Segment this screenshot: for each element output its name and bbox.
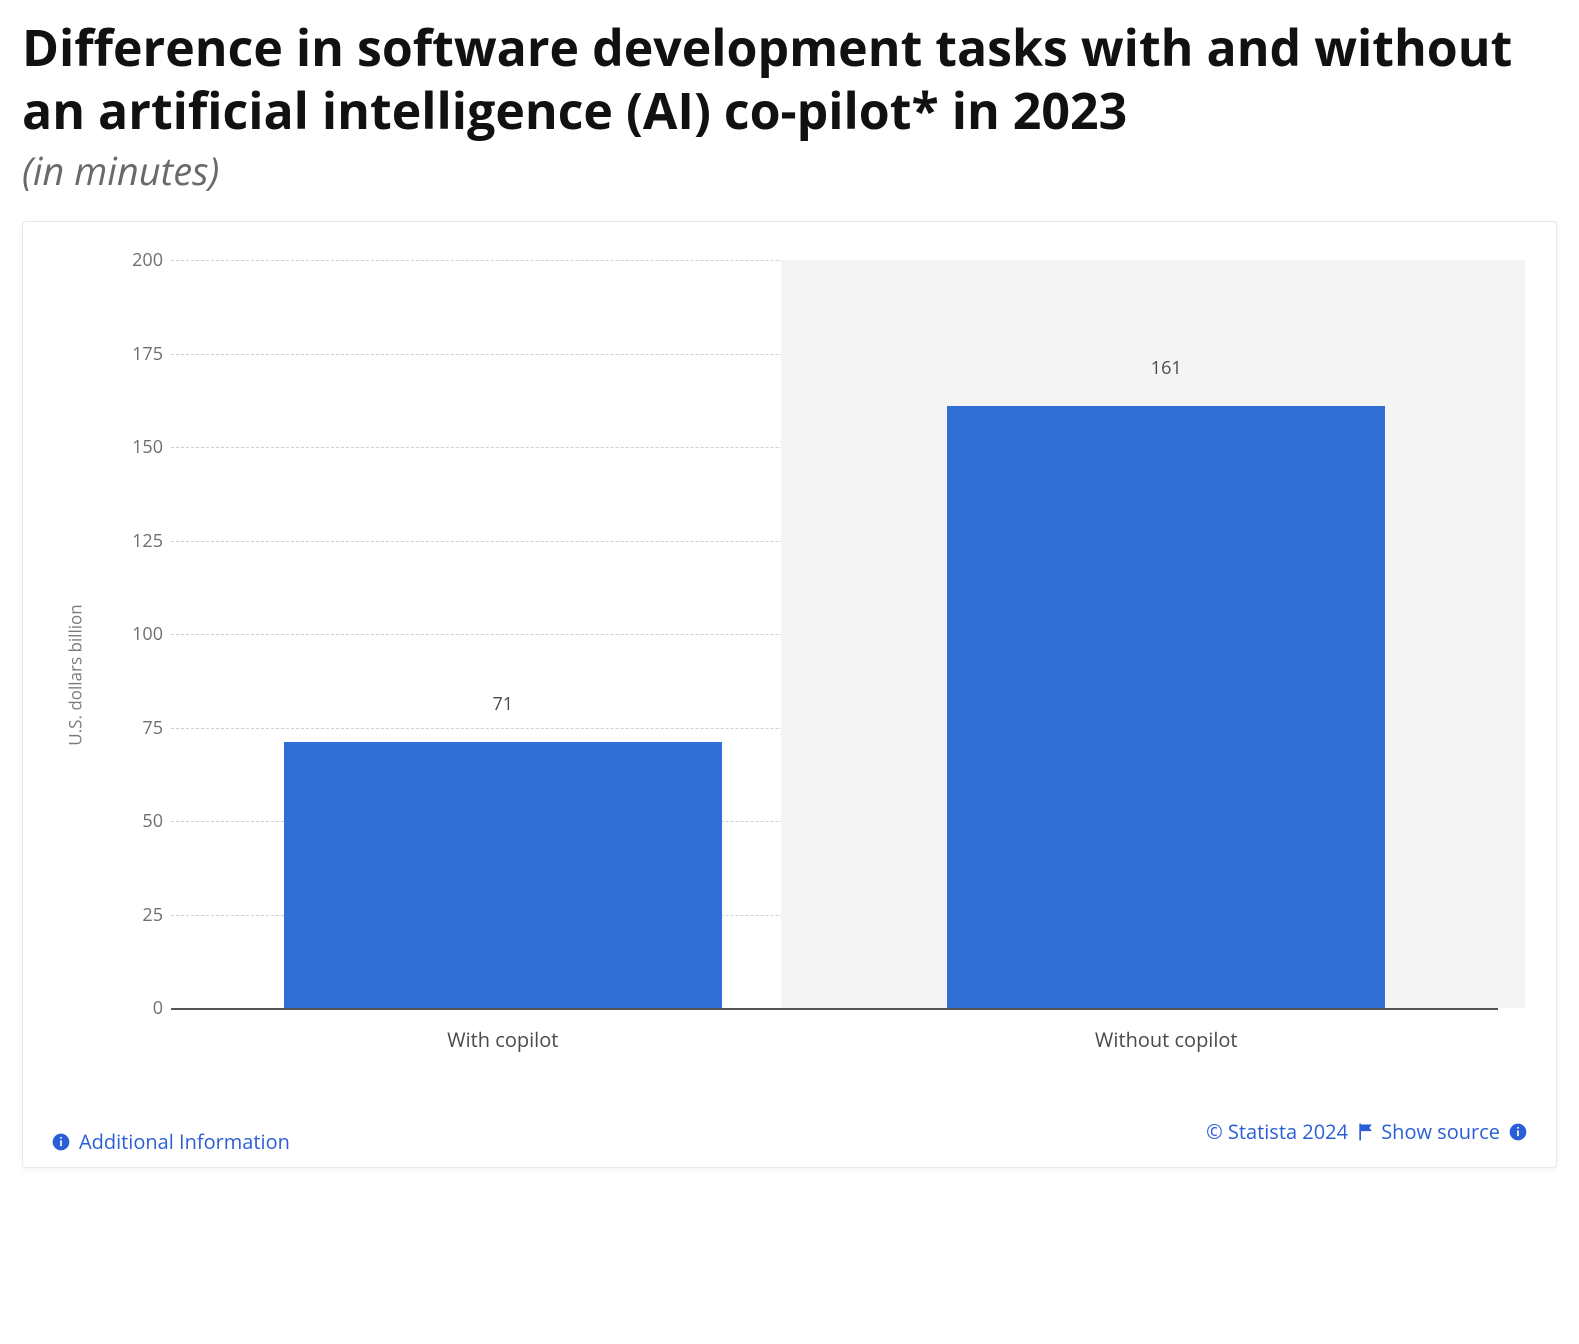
y-tick-label: 50 (121, 809, 163, 833)
chart-title: Difference in software development tasks… (22, 16, 1557, 141)
x-category-label: With copilot (171, 1008, 835, 1053)
y-tick-label: 25 (121, 903, 163, 927)
plot-area: 025507510012515017520071With copilot161W… (171, 260, 1498, 1010)
x-category-label: Without copilot (835, 1008, 1499, 1053)
y-tick-label: 175 (121, 342, 163, 366)
y-tick-label: 150 (121, 435, 163, 459)
chart-card: U.S. dollars billion 0255075100125150175… (22, 221, 1557, 1168)
chart-area: U.S. dollars billion 0255075100125150175… (51, 250, 1528, 1100)
y-tick-label: 200 (121, 248, 163, 272)
y-tick-label: 75 (121, 716, 163, 740)
bar (947, 406, 1385, 1008)
additional-information-label: Additional Information (79, 1128, 290, 1155)
y-tick-label: 0 (121, 996, 163, 1020)
additional-information-link[interactable]: Additional Information (51, 1128, 290, 1155)
bar (284, 742, 722, 1008)
chart-subtitle: (in minutes) (22, 145, 1557, 197)
bar-value-label: 161 (835, 356, 1499, 380)
show-source-label: Show source (1381, 1118, 1500, 1145)
flag-icon (1356, 1122, 1376, 1142)
show-source-link[interactable]: Show source (1381, 1118, 1528, 1145)
bar-slot: 161Without copilot (835, 260, 1499, 1008)
bar-slot: 71With copilot (171, 260, 835, 1008)
y-tick-label: 100 (121, 622, 163, 646)
info-icon (51, 1132, 71, 1152)
copyright-text: © Statista 2024 (1206, 1118, 1376, 1145)
bar-value-label: 71 (171, 692, 835, 716)
info-icon (1508, 1122, 1528, 1142)
y-axis-label: U.S. dollars billion (64, 604, 87, 745)
y-tick-label: 125 (121, 529, 163, 553)
